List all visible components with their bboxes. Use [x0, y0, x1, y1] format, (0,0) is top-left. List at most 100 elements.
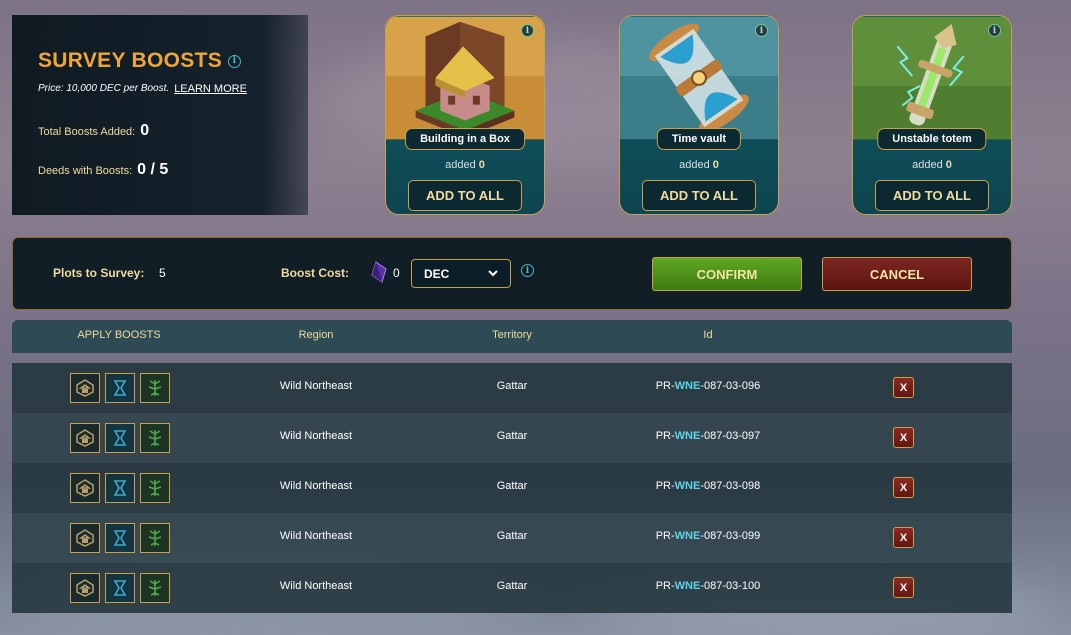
cancel-button[interactable]: CANCEL — [822, 257, 972, 291]
deeds-label: Deeds with Boosts: — [38, 165, 133, 177]
apply-time-vault-button[interactable] — [105, 573, 135, 603]
column-header-region: Region — [298, 329, 334, 341]
info-icon[interactable]: i — [755, 24, 768, 37]
remove-row-button[interactable]: X — [893, 527, 914, 548]
row-boost-icons — [70, 423, 170, 453]
boost-added: added 0 — [445, 159, 485, 171]
building-box-icon — [386, 16, 544, 140]
row-boost-icons — [70, 523, 170, 553]
apply-building-box-button[interactable] — [70, 423, 100, 453]
table-row: Wild Northeast Gattar PR-WNE-087-03-100 … — [12, 563, 1012, 613]
info-icon[interactable]: i — [521, 264, 534, 277]
page-title-text: SURVEY BOOSTS — [38, 49, 223, 72]
table-row: Wild Northeast Gattar PR-WNE-087-03-096 … — [12, 363, 1012, 413]
apply-unstable-totem-button[interactable] — [140, 473, 170, 503]
row-region: Wild Northeast — [279, 580, 353, 592]
row-territory: Gattar — [496, 380, 528, 392]
building-box-icon — [76, 429, 94, 447]
row-boost-icons — [70, 373, 170, 403]
row-region: Wild Northeast — [279, 480, 353, 492]
page-title: SURVEY BOOSTS i — [38, 49, 242, 73]
add-to-all-button[interactable]: ADD TO ALL — [408, 180, 522, 211]
boost-name: Building in a Box — [405, 128, 525, 150]
row-id: PR-WNE-087-03-098 — [655, 480, 761, 492]
currency-select[interactable]: DEC — [411, 259, 511, 288]
table-row: Wild Northeast Gattar PR-WNE-087-03-098 … — [12, 463, 1012, 513]
table-row: Wild Northeast Gattar PR-WNE-087-03-097 … — [12, 413, 1012, 463]
unstable-totem-icon — [148, 530, 162, 546]
row-id: PR-WNE-087-03-100 — [655, 580, 761, 592]
price-line: Price: 10,000 DEC per Boost. LEARN MORE — [38, 83, 247, 95]
boost-name: Time vault — [656, 128, 742, 150]
chevron-down-icon — [488, 270, 498, 277]
apply-unstable-totem-button[interactable] — [140, 423, 170, 453]
dec-gem-icon — [371, 261, 387, 283]
column-header-territory: Territory — [492, 329, 532, 341]
deeds-value: 0 / 5 — [137, 161, 169, 178]
time-vault-icon — [620, 16, 778, 140]
survey-control-bar: Plots to Survey: 5 Boost Cost: 0 DEC i C… — [12, 237, 1012, 310]
apply-time-vault-button[interactable] — [105, 373, 135, 403]
apply-unstable-totem-button[interactable] — [140, 523, 170, 553]
row-territory: Gattar — [496, 530, 528, 542]
row-territory: Gattar — [496, 480, 528, 492]
total-boosts-stat: Total Boosts Added: 0 — [38, 122, 149, 140]
row-territory: Gattar — [496, 430, 528, 442]
boost-added: added 0 — [679, 159, 719, 171]
row-region: Wild Northeast — [279, 430, 353, 442]
column-header-id: Id — [703, 329, 713, 341]
remove-row-button[interactable]: X — [893, 577, 914, 598]
building-box-icon — [76, 479, 94, 497]
row-territory: Gattar — [496, 580, 528, 592]
apply-unstable-totem-button[interactable] — [140, 573, 170, 603]
apply-building-box-button[interactable] — [70, 523, 100, 553]
apply-building-box-button[interactable] — [70, 473, 100, 503]
boost-cost-label: Boost Cost: — [281, 266, 349, 280]
plots-to-survey-value: 5 — [159, 266, 166, 280]
price-text: Price: 10,000 DEC per Boost. — [38, 83, 170, 94]
currency-select-value: DEC — [424, 266, 450, 281]
row-region: Wild Northeast — [279, 380, 353, 392]
remove-row-button[interactable]: X — [893, 477, 914, 498]
apply-time-vault-button[interactable] — [105, 523, 135, 553]
confirm-button[interactable]: CONFIRM — [652, 257, 802, 291]
boost-added: added 0 — [912, 159, 952, 171]
boost-cost-value: 0 — [393, 266, 400, 280]
apply-building-box-button[interactable] — [70, 573, 100, 603]
building-box-icon — [76, 579, 94, 597]
plots-table: Wild Northeast Gattar PR-WNE-087-03-096 … — [12, 363, 1012, 613]
apply-time-vault-button[interactable] — [105, 473, 135, 503]
apply-time-vault-button[interactable] — [105, 423, 135, 453]
total-boosts-value: 0 — [140, 122, 150, 139]
boost-card-building-in-a-box: i Building in a Box added 0 ADD TO ALL — [385, 15, 545, 215]
time-vault-icon — [113, 430, 127, 446]
column-header-apply-boosts: APPLY BOOSTS — [77, 329, 161, 341]
survey-boosts-panel: SURVEY BOOSTS i Price: 10,000 DEC per Bo… — [12, 15, 308, 215]
remove-row-button[interactable]: X — [893, 377, 914, 398]
boost-name: Unstable totem — [877, 128, 987, 150]
row-region: Wild Northeast — [279, 530, 353, 542]
remove-row-button[interactable]: X — [893, 427, 914, 448]
time-vault-icon — [113, 580, 127, 596]
row-boost-icons — [70, 573, 170, 603]
info-icon[interactable]: i — [988, 24, 1001, 37]
add-to-all-button[interactable]: ADD TO ALL — [875, 180, 989, 211]
info-icon[interactable]: i — [521, 24, 534, 37]
total-boosts-label: Total Boosts Added: — [38, 126, 136, 138]
apply-unstable-totem-button[interactable] — [140, 373, 170, 403]
row-boost-icons — [70, 473, 170, 503]
boost-card-unstable-totem: i Unstable totem added 0 ADD TO ALL — [852, 15, 1012, 215]
add-to-all-button[interactable]: ADD TO ALL — [642, 180, 756, 211]
learn-more-link[interactable]: LEARN MORE — [174, 83, 247, 95]
unstable-totem-icon — [148, 580, 162, 596]
deeds-stat: Deeds with Boosts: 0 / 5 — [38, 161, 168, 179]
row-id: PR-WNE-087-03-099 — [655, 530, 761, 542]
info-icon[interactable]: i — [228, 54, 242, 68]
time-vault-icon — [113, 380, 127, 396]
boost-card-time-vault: i Time vault added 0 ADD TO ALL — [619, 15, 779, 215]
time-vault-icon — [113, 530, 127, 546]
table-row: Wild Northeast Gattar PR-WNE-087-03-099 … — [12, 513, 1012, 563]
apply-building-box-button[interactable] — [70, 373, 100, 403]
building-box-icon — [76, 379, 94, 397]
unstable-totem-icon — [148, 430, 162, 446]
